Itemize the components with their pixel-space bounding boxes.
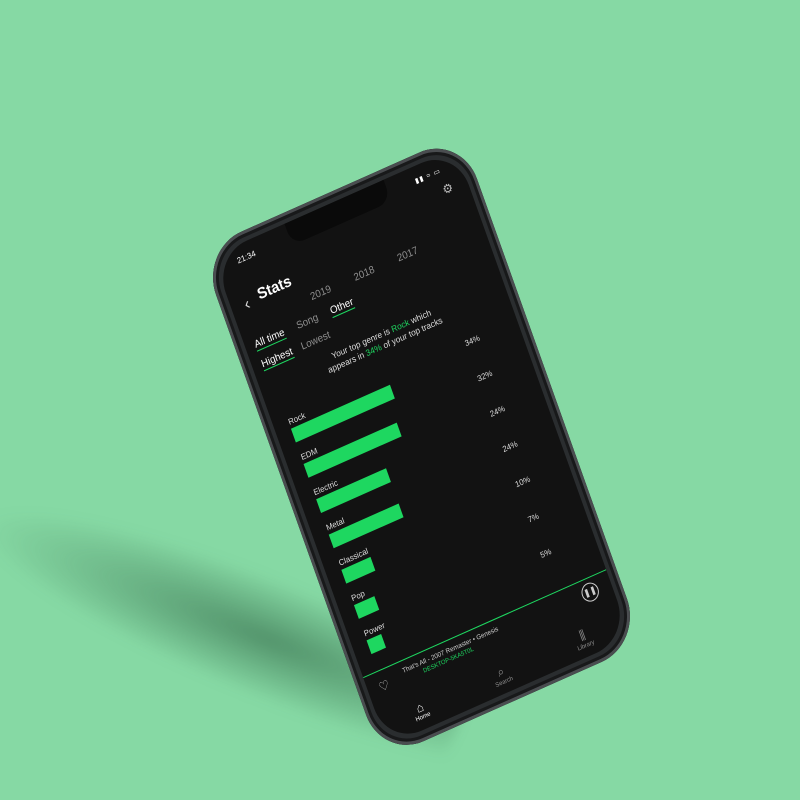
tab-year-2019[interactable]: 2019 <box>309 284 333 304</box>
back-icon[interactable]: ‹ <box>242 295 253 315</box>
pct-label-electric: 24% <box>489 404 507 419</box>
nav-search[interactable]: ⌕ Search <box>489 661 514 689</box>
nav-home[interactable]: ⌂ Home <box>410 698 431 723</box>
year-tabs: 2019 2018 2017 <box>309 245 420 303</box>
nav-library-label: Library <box>576 639 596 653</box>
bar-label-power: Power <box>363 621 387 639</box>
tab-highest[interactable]: Highest <box>260 346 295 372</box>
pct-label-rock: 34% <box>464 333 482 348</box>
tab-lowest[interactable]: Lowest <box>300 329 333 353</box>
pct-label-pop: 7% <box>527 511 541 524</box>
bar-power <box>366 633 387 655</box>
status-icons: ▮▮ ≈ ▭ <box>414 167 442 186</box>
notch <box>284 179 392 246</box>
heart-icon[interactable]: ♡ <box>377 677 392 695</box>
tab-year-2018[interactable]: 2018 <box>352 264 376 284</box>
pct-label-edm: 32% <box>476 369 494 384</box>
tab-other[interactable]: Other <box>328 296 356 319</box>
page-title: Stats <box>254 272 294 304</box>
nav-library[interactable]: ⫼ Library <box>572 624 596 652</box>
status-time: 21:34 <box>235 248 257 266</box>
pct-label-power: 5% <box>539 547 553 560</box>
gear-icon[interactable]: ⚙ <box>441 180 456 198</box>
pct-label-classical: 10% <box>514 474 532 489</box>
tab-song[interactable]: Song <box>295 312 320 333</box>
pct-label-metal: 24% <box>501 439 519 454</box>
tab-year-2017[interactable]: 2017 <box>396 245 420 265</box>
pause-icon[interactable]: ❚❚ <box>578 579 602 605</box>
nav-search-label: Search <box>494 675 514 689</box>
tab-all-time[interactable]: All time <box>253 326 287 352</box>
